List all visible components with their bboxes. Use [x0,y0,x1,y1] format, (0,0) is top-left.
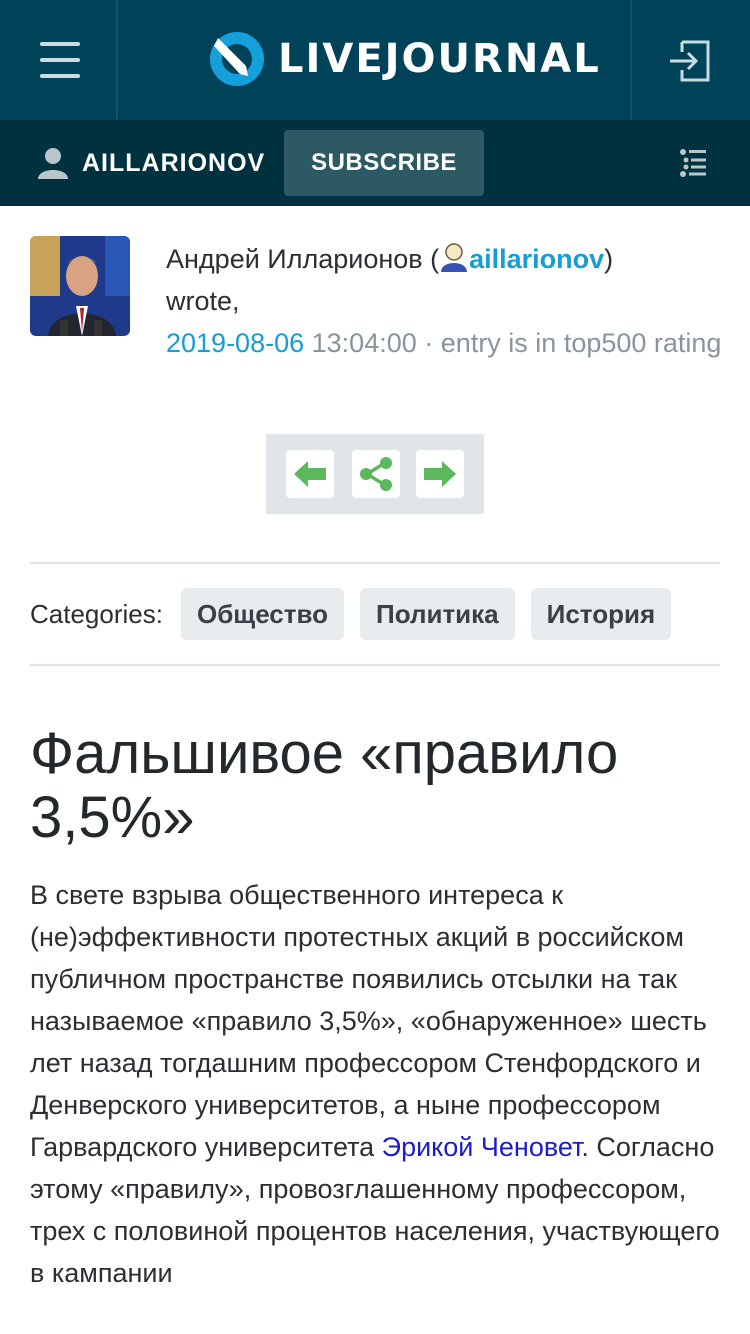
journal-user-link[interactable]: AILLARIONOV [38,144,265,182]
arrow-right-icon [424,461,456,487]
divider [30,562,720,564]
journal-username: AILLARIONOV [82,148,266,177]
rating-link[interactable]: entry is in top500 rating [441,328,722,358]
user-icon [38,148,68,179]
login-icon [670,40,710,82]
hamburger-menu-icon [40,42,80,90]
top-navbar: LIVEJOURNAL [0,0,750,120]
post-title: Фальшивое «правило 3,5%» [30,721,619,850]
author-close-paren: ) [604,244,614,274]
table-of-contents-button[interactable] [680,148,706,183]
divider [30,664,720,666]
author-user-link[interactable]: aillarionov [469,244,604,274]
categories-label: Categories: [30,598,163,629]
author-avatar[interactable] [30,236,130,336]
category-tag[interactable]: История [530,588,672,640]
post-body: В свете взрыва общественного интереса к … [30,874,730,1294]
login-button[interactable] [630,0,750,120]
user-profile-icon [441,243,468,272]
entry-navigation [266,434,484,514]
livejournal-logo[interactable]: LIVEJOURNAL [208,28,601,90]
category-tag[interactable]: Политика [360,588,515,640]
entry-time: 13:04:00 [311,328,417,358]
category-tag[interactable]: Общество [180,588,345,640]
next-entry-button[interactable] [416,450,464,498]
journal-bar: AILLARIONOV SUBSCRIBE [0,120,750,206]
arrow-left-icon [294,461,326,487]
livejournal-pencil-icon [210,32,264,86]
share-icon [360,457,392,491]
previous-entry-button[interactable] [286,450,334,498]
meta-separator: · [424,328,434,358]
author-name: Андрей Илларионов ( [166,244,440,274]
entry-meta: Андрей Илларионов ( aillarionov) wrote, 2… [166,238,726,364]
share-button[interactable] [352,450,400,498]
post-body-text: В свете взрыва общественного интереса к … [30,880,707,1162]
entry-date-link[interactable]: 2019-08-06 [166,328,304,358]
author-reference-link[interactable]: Эрикой Ченовет [382,1132,582,1162]
hamburger-menu-button[interactable] [0,0,118,120]
categories-row: Categories: Общество Политика История [30,588,687,640]
list-icon [680,149,706,177]
subscribe-button[interactable]: SUBSCRIBE [284,130,484,196]
brand-name: LIVEJOURNAL [278,36,601,82]
wrote-label: wrote, [166,286,240,316]
